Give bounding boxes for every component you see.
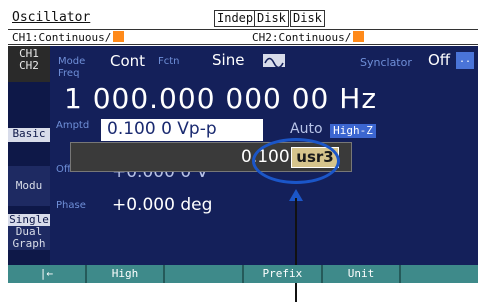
sidebar-item-basic[interactable]: Basic — [8, 128, 50, 142]
mode-label: Mode — [58, 56, 86, 67]
ch2-status-text: CH2:Continuous/ — [252, 31, 352, 44]
synclator-more-button[interactable]: .. — [456, 52, 474, 69]
ch2-output-indicator-icon — [353, 31, 365, 42]
tab-disk-1[interactable]: Disk — [254, 10, 289, 27]
frequency-label: Freq — [58, 68, 80, 79]
tab-indep[interactable]: Indep — [214, 10, 257, 27]
arrow-line — [295, 198, 297, 302]
tab-disk-2[interactable]: Disk — [290, 10, 325, 27]
softkey-empty-2[interactable] — [401, 265, 479, 283]
title-bar: Oscillator Indep Disk Disk — [8, 8, 478, 29]
channel-status-bar: CH1:Continuous/ CH2:Continuous/ — [8, 29, 478, 45]
phase-label: Phase — [56, 200, 86, 211]
mode-value[interactable]: Cont — [110, 52, 145, 70]
highlight-ellipse — [252, 138, 340, 184]
ch1-status: CH1:Continuous/ — [12, 31, 125, 44]
softkey-bar: |← High Prefix Unit — [8, 265, 479, 283]
ch2-status: CH2:Continuous/ — [252, 31, 365, 44]
amplitude-field[interactable]: 0.100 0 Vp-p — [101, 119, 263, 141]
softkey-empty-1[interactable] — [165, 265, 245, 283]
sidebar-item-channel[interactable]: CH1 CH2 — [8, 46, 50, 82]
phase-value[interactable]: +0.000 deg — [112, 195, 212, 215]
auto-label: Auto — [290, 121, 323, 137]
synclator-label: Synclator — [360, 56, 412, 69]
high-z-badge[interactable]: High-Z — [330, 124, 376, 138]
frequency-value[interactable]: 1 000.000 000 00 Hz — [64, 82, 377, 115]
softkey-unit[interactable]: Unit — [322, 265, 402, 283]
amplitude-label: Amptd — [56, 120, 90, 131]
sidebar: CH1 CH2 Basic Modu Single Dual Graph — [8, 46, 50, 265]
sine-wave-icon — [263, 54, 285, 69]
function-label: Fctn — [158, 56, 180, 67]
softkey-prefix[interactable]: Prefix — [244, 265, 323, 283]
synclator-value[interactable]: Off — [428, 51, 450, 69]
app-title: Oscillator — [12, 10, 91, 25]
softkey-high[interactable]: High — [86, 265, 166, 283]
softkey-back[interactable]: |← — [8, 265, 87, 283]
function-value[interactable]: Sine — [212, 51, 244, 69]
sidebar-item-graph[interactable]: Graph — [8, 238, 50, 250]
ch1-output-indicator-icon — [113, 31, 125, 42]
ch1-status-text: CH1:Continuous/ — [12, 31, 112, 44]
amplitude-value: 0.100 0 Vp-p — [107, 119, 217, 139]
ch2-label: CH2 — [19, 59, 39, 72]
main-screen: CH1 CH2 Basic Modu Single Dual Graph Mode… — [8, 46, 478, 265]
sidebar-item-modu[interactable]: Modu — [8, 166, 50, 206]
